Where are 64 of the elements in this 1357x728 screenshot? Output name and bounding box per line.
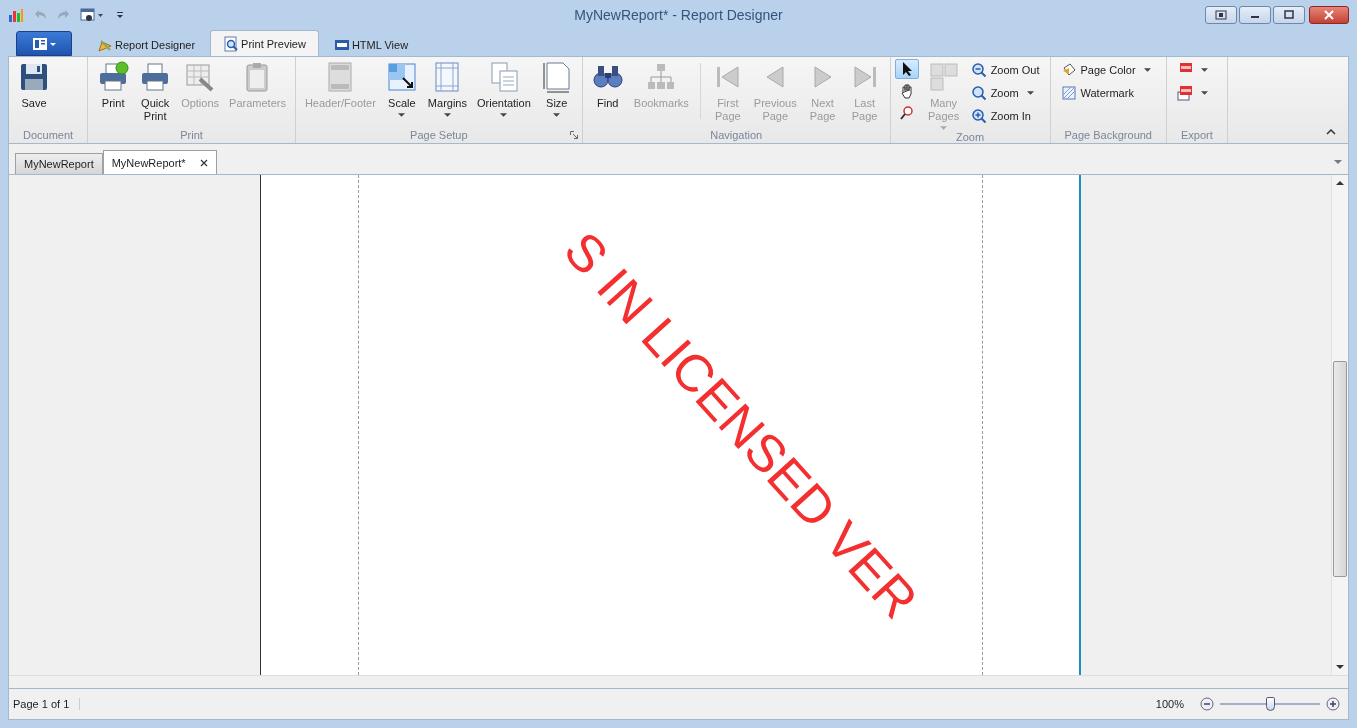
ribbon-button[interactable]: Scale xyxy=(380,59,423,117)
zoom-in-icon xyxy=(970,108,987,124)
ribbon-button[interactable]: Watermark xyxy=(1058,82,1153,104)
caret-icon[interactable] xyxy=(1334,160,1342,164)
scale-icon xyxy=(385,61,418,93)
ribbon-tab[interactable]: Print Preview xyxy=(210,30,319,57)
zoom-out-icon[interactable] xyxy=(1200,697,1214,711)
slider-thumb[interactable] xyxy=(1266,697,1275,711)
ribbon-button[interactable]: Size xyxy=(535,59,578,117)
ribbon-button[interactable]: Zoom xyxy=(968,82,1042,104)
ribbon-tab[interactable]: Report Designer xyxy=(84,32,209,56)
pdf-envelope-icon xyxy=(1177,85,1193,101)
zoom-out-icon xyxy=(970,62,987,78)
document-tab[interactable]: MyNewReport xyxy=(15,153,103,174)
magnifier-icon xyxy=(970,85,987,101)
zoom-in-icon[interactable] xyxy=(1326,697,1340,711)
ribbon-button[interactable]: Print xyxy=(92,59,135,110)
page-indicator: Page 1 of 1 xyxy=(13,698,81,710)
close-button[interactable] xyxy=(1309,6,1349,24)
close-icon[interactable] xyxy=(199,158,208,167)
maximize-icon xyxy=(1283,10,1295,20)
zoom-slider[interactable] xyxy=(1220,695,1320,713)
group-label: Export xyxy=(1181,129,1213,141)
ribbon-button[interactable]: Zoom Out xyxy=(968,59,1042,81)
pointer-tool-button[interactable] xyxy=(894,59,919,79)
ribbon-button[interactable]: Zoom In xyxy=(968,105,1042,127)
vertical-scrollbar[interactable] xyxy=(1331,175,1348,675)
document-tab[interactable]: MyNewReport* xyxy=(102,150,217,174)
dialog-launcher-icon[interactable] xyxy=(569,131,578,139)
scroll-up-icon[interactable] xyxy=(1336,181,1344,185)
zoom-percentage: 100% xyxy=(1155,698,1184,710)
application-menu-icon xyxy=(30,36,58,51)
collapse-ribbon-icon[interactable] xyxy=(1326,129,1336,135)
close-icon xyxy=(1323,10,1335,20)
group-label: Page Background xyxy=(1064,129,1152,141)
minimize-button[interactable] xyxy=(1239,6,1271,24)
page-magnifier-icon xyxy=(223,36,240,52)
ribbon-button[interactable]: Find xyxy=(586,59,629,110)
scroll-down-icon[interactable] xyxy=(1336,665,1344,669)
ribbon-button[interactable]: Quick Print xyxy=(134,59,177,123)
group-label: Print xyxy=(180,129,203,141)
window-layout-icon xyxy=(1215,10,1227,20)
ribbon-button[interactable]: Orientation xyxy=(472,59,536,117)
bar-chart-icon[interactable] xyxy=(8,7,24,23)
page-ruler-icon xyxy=(540,61,573,93)
ribbon-button[interactable]: Save xyxy=(13,59,55,110)
hatched-square-icon xyxy=(1060,85,1077,101)
printer-question-icon xyxy=(97,61,130,93)
maximize-button[interactable] xyxy=(1273,6,1305,24)
scrollbar-thumb[interactable] xyxy=(1333,361,1347,577)
grid-pages-icon xyxy=(927,61,960,93)
hand-icon xyxy=(898,83,915,99)
group-label: Navigation xyxy=(710,129,763,141)
window-title: MyNewReport* - Report Designer xyxy=(573,7,784,23)
ribbon-button[interactable]: Margins xyxy=(422,59,472,117)
group-label: Page Setup xyxy=(410,129,468,141)
group-label: Zoom xyxy=(956,130,985,143)
preview-dropdown-icon[interactable] xyxy=(80,7,104,23)
ribbon-tab[interactable]: HTML View xyxy=(320,32,422,56)
group-label: Document xyxy=(23,129,74,141)
application-menu-button[interactable] xyxy=(16,31,72,56)
magnifier-icon xyxy=(898,105,915,121)
ribbon-button[interactable]: Page Color xyxy=(1058,59,1153,81)
restore-layout-button[interactable] xyxy=(1205,6,1237,24)
